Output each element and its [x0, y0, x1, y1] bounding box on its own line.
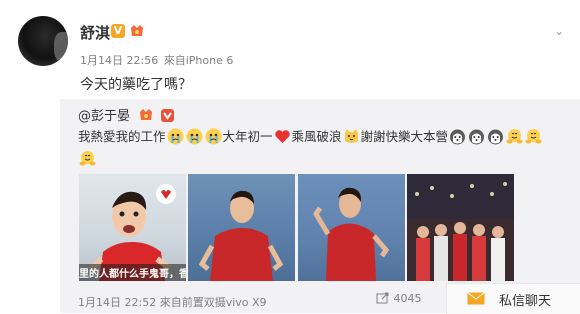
repost-time[interactable]: 1月14日 22:52 — [78, 296, 156, 309]
repost-text-part: 大年初一 — [222, 129, 273, 144]
repost-text-part: 乘風破浪 — [291, 129, 342, 144]
repost-text-part: 我熱愛我的工作 — [78, 129, 166, 144]
husky-emoji — [450, 129, 466, 145]
weibo-card: 舒淇 V ⌄ 1月14日 22:56 來自iPhone 6 今天的藥吃了嗎？ @… — [0, 0, 580, 314]
vip-level-icon — [161, 109, 175, 122]
repost-image-4[interactable] — [407, 174, 514, 281]
image-caption: 里的人都什么手鬼哥，香菇 — [79, 269, 186, 280]
husky-emoji — [469, 129, 485, 145]
repost-box[interactable]: @彭于晏 我熱愛我的工作 大年初一 乘風破浪 謝謝快樂大本營 里的人都什么手鬼哥… — [60, 99, 580, 313]
post-meta: 1月14日 22:56 來自iPhone 6 — [80, 52, 235, 68]
vip-icon[interactable] — [129, 22, 146, 39]
post-source: 來自iPhone 6 — [163, 54, 234, 67]
hug-emoji — [506, 129, 523, 144]
author-name[interactable]: 舒淇 — [80, 22, 110, 43]
menu-chevron-icon[interactable]: ⌄ — [554, 24, 564, 38]
husky-emoji — [488, 129, 504, 145]
hug-emoji — [79, 151, 96, 166]
crying-emoji — [167, 128, 184, 145]
repost-image-3[interactable] — [298, 174, 405, 281]
author-avatar[interactable] — [18, 16, 68, 66]
cat-emoji — [344, 129, 358, 143]
repost-source: 來自前置双摄vivo X9 — [159, 296, 267, 309]
repost-author[interactable]: @彭于晏 — [78, 105, 130, 124]
post-time[interactable]: 1月14日 22:56 — [80, 54, 158, 67]
repost-image-1[interactable]: 里的人都什么手鬼哥，香菇 — [79, 174, 186, 281]
crying-emoji — [186, 128, 203, 145]
vip-icon[interactable] — [138, 106, 155, 123]
repost-text: 我熱愛我的工作 大年初一 乘風破浪 謝謝快樂大本營 — [78, 126, 578, 170]
repost-image-2[interactable] — [188, 174, 295, 281]
envelope-icon — [467, 292, 485, 305]
private-message-label: 私信聊天 — [499, 294, 552, 309]
share-icon — [376, 292, 389, 304]
share-count: 4045 — [393, 292, 422, 305]
repost-badges — [138, 106, 175, 127]
repost-text-part: 謝謝快樂大本營 — [360, 129, 449, 144]
heart-emoji — [274, 130, 290, 143]
verified-icon: V — [111, 24, 125, 38]
post-text: 今天的藥吃了嗎？ — [80, 77, 192, 93]
crying-emoji — [205, 128, 222, 145]
private-message-float[interactable]: 私信聊天 — [446, 283, 580, 314]
repost-meta: 1月14日 22:52 來自前置双摄vivo X9 — [78, 294, 267, 310]
hug-emoji — [525, 129, 542, 144]
repost-share-count[interactable]: 4045 — [376, 292, 422, 305]
